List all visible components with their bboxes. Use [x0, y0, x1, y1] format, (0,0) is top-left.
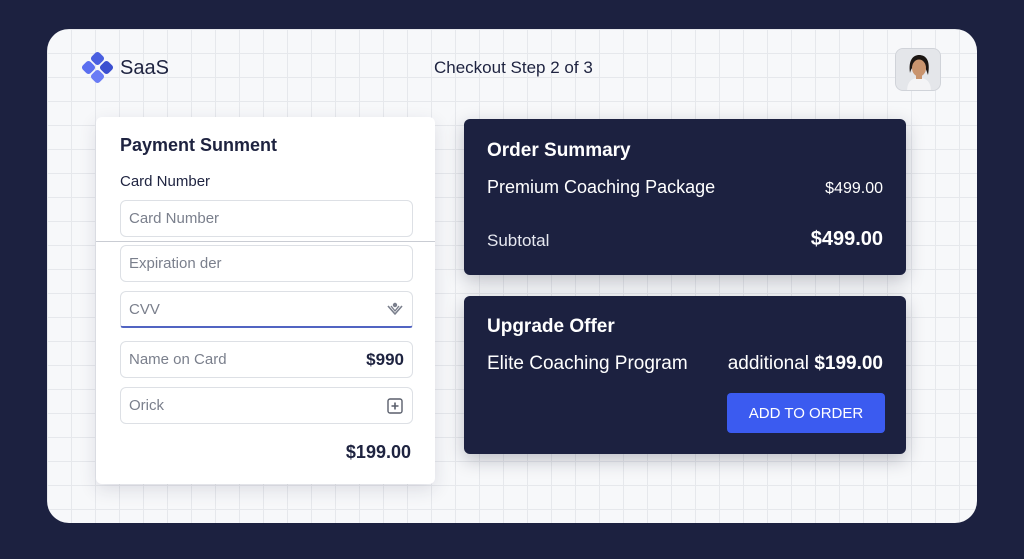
brand-logo[interactable]: SaaS: [80, 50, 169, 86]
brand-logo-icon: [81, 51, 114, 84]
cvv-placeholder: CVV: [129, 300, 160, 318]
payment-total: $199.00: [345, 442, 411, 462]
additional-price: $199.00: [814, 353, 883, 374]
upgrade-offer-panel: Upgrade Offer Elite Coaching Program add…: [464, 296, 906, 454]
subtotal-label: Subtotal: [487, 231, 550, 250]
expiration-placeholder: Expiration der: [129, 255, 222, 272]
upgrade-item-name: Elite Coaching Program: [487, 353, 688, 374]
card-number-field[interactable]: Card Number: [120, 200, 413, 237]
page-title: Checkout Step 2 of 3: [434, 58, 593, 77]
order-item-name: Premium Coaching Package: [487, 177, 716, 197]
order-summary-panel: Order Summary Premium Coaching Package $…: [464, 119, 906, 275]
extra-placeholder: Orick: [129, 397, 164, 414]
card-number-placeholder: Card Number: [129, 210, 220, 227]
name-on-card-placeholder: Name on Card: [129, 351, 227, 368]
name-on-card-value: $990: [366, 349, 404, 369]
order-item-price: $499.00: [825, 180, 883, 197]
name-on-card-field[interactable]: Name on Card $990: [120, 341, 413, 378]
upgrade-price-line: additional $199.00: [728, 353, 883, 375]
card-number-label: Card Number: [120, 173, 211, 190]
payment-panel: Payment Sunment Card Number Card Number …: [96, 117, 435, 484]
subtotal-value: $499.00: [810, 228, 883, 250]
brand-name: SaaS: [120, 56, 169, 79]
add-icon[interactable]: [386, 397, 404, 415]
checkout-window: SaaS Checkout Step 2 of 3 Payment Sunmen…: [47, 29, 977, 523]
upgrade-title: Upgrade Offer: [487, 316, 615, 337]
cvv-field[interactable]: CVV: [120, 291, 413, 328]
payment-title: Payment Sunment: [120, 135, 278, 155]
cvv-help-icon[interactable]: [386, 300, 404, 318]
section-divider: [96, 241, 435, 242]
avatar[interactable]: [895, 48, 941, 91]
add-to-order-button[interactable]: ADD TO ORDER: [727, 393, 885, 433]
extra-field[interactable]: Orick: [120, 387, 413, 424]
order-summary-title: Order Summary: [487, 140, 631, 161]
expiration-field[interactable]: Expiration der: [120, 245, 413, 282]
additional-label: additional: [727, 353, 810, 374]
user-avatar-icon: [896, 49, 940, 90]
